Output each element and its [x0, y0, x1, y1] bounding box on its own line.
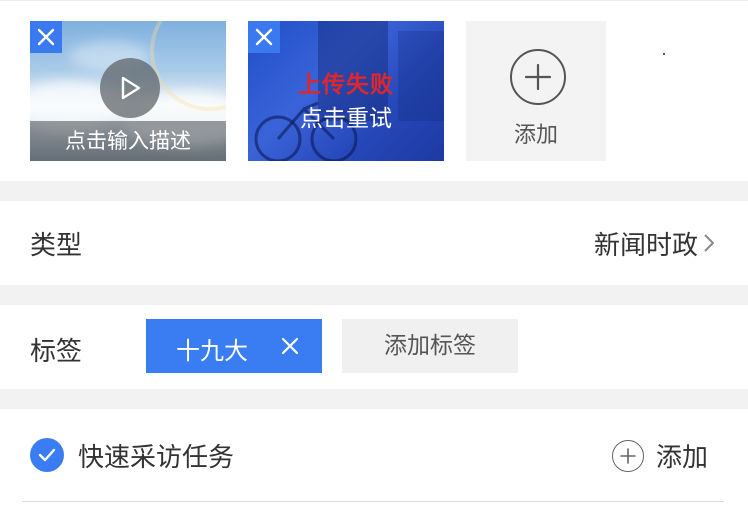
add-media-button[interactable]: 添加: [466, 21, 606, 161]
add-media-label: 添加: [513, 123, 558, 148]
plus-circle-icon: [510, 49, 566, 105]
stray-dot: [663, 53, 665, 55]
type-value: 新闻时政: [593, 231, 698, 261]
close-icon: [37, 28, 55, 46]
video-thumbnail[interactable]: 点击输入描述: [30, 21, 226, 161]
task-label: 快速采访任务: [78, 443, 235, 473]
tag-label: 标签: [30, 337, 83, 367]
divider: [22, 501, 724, 502]
type-label: 类型: [30, 231, 83, 261]
media-strip: 点击输入描述 上传失败 点击重试 添加: [0, 0, 748, 181]
type-row[interactable]: 类型 新闻时政: [0, 201, 748, 285]
tag-chip-label: 十九大: [176, 337, 248, 365]
play-icon: [121, 76, 141, 100]
check-circle-icon[interactable]: [30, 438, 64, 472]
close-icon: [255, 28, 273, 46]
image-thumbnail-failed[interactable]: 上传失败 点击重试: [248, 21, 444, 161]
plus-circle-icon: [612, 439, 644, 472]
quick-interview-task-row: 快速采访任务 添加: [0, 409, 748, 506]
chevron-right-icon: [704, 234, 714, 252]
upload-failed-text: 上传失败: [298, 72, 394, 98]
close-icon[interactable]: [280, 336, 300, 356]
add-task-label: 添加: [656, 443, 709, 473]
remove-video-button[interactable]: [30, 21, 62, 53]
play-button[interactable]: [100, 58, 160, 118]
video-description-prompt[interactable]: 点击输入描述: [30, 121, 226, 161]
retry-upload-button[interactable]: 点击重试: [248, 99, 444, 133]
remove-image-button[interactable]: [248, 21, 280, 53]
tag-row: 标签 十九大 添加标签: [0, 305, 748, 389]
add-task-button[interactable]: 添加: [612, 437, 708, 474]
tag-chip[interactable]: 十九大: [146, 319, 322, 373]
add-tag-button[interactable]: 添加标签: [342, 319, 518, 373]
